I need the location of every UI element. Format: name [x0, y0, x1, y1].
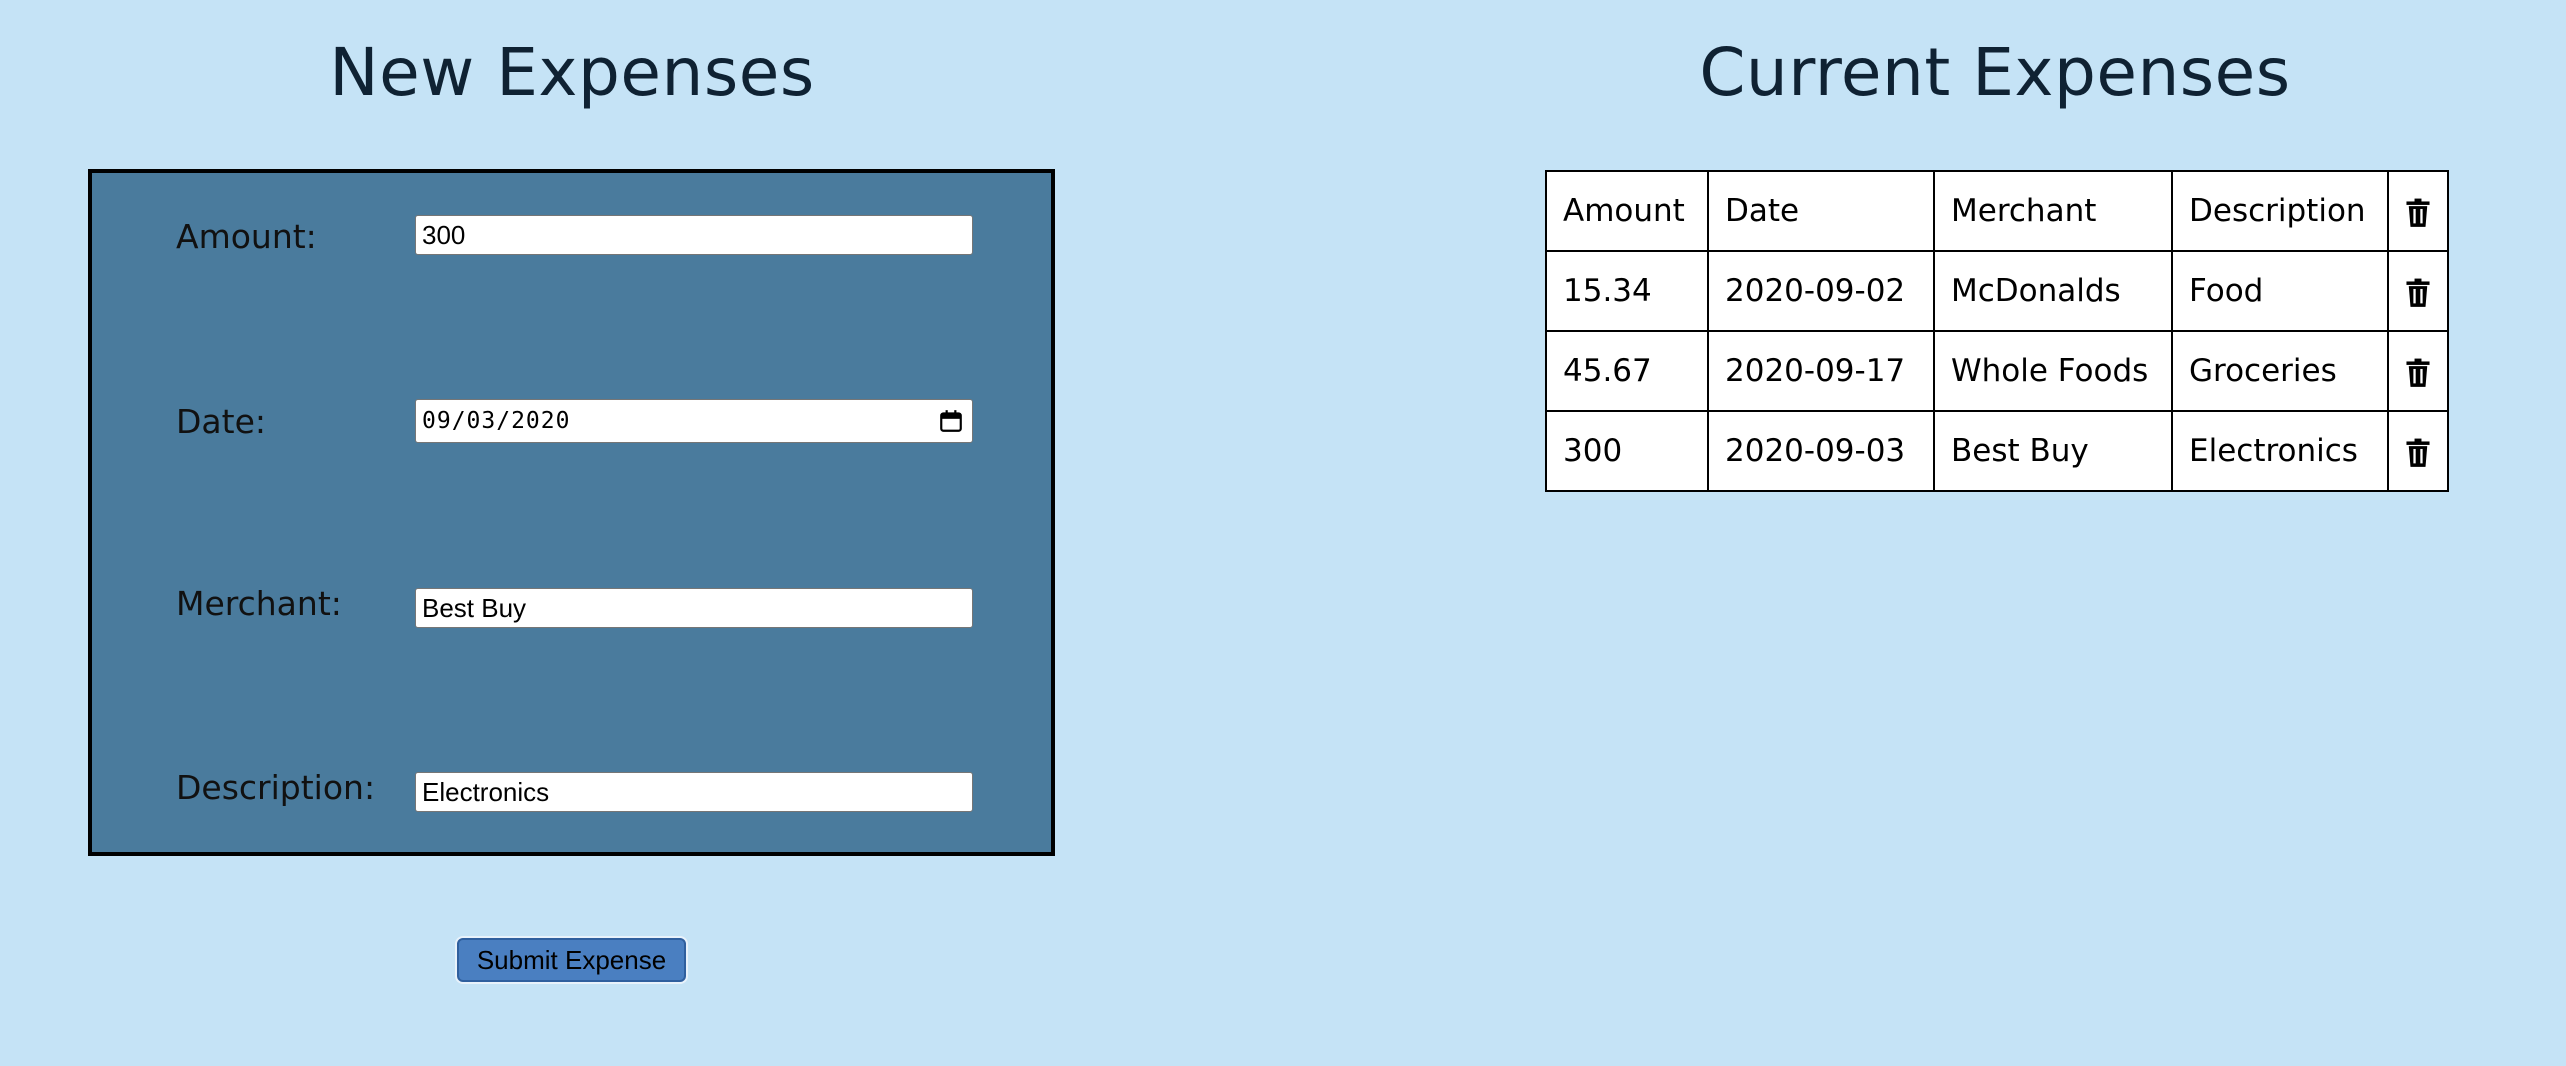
date-input-value: 09/03/2020 [422, 408, 571, 434]
table-row: 300 2020-09-03 Best Buy Electronics [1545, 410, 2449, 492]
cell-delete [2387, 330, 2449, 412]
trash-icon[interactable] [2404, 358, 2432, 388]
cell-description: Groceries [2171, 330, 2389, 412]
cell-date: 2020-09-02 [1707, 250, 1935, 332]
cell-date: 2020-09-03 [1707, 410, 1935, 492]
table-row: 15.34 2020-09-02 McDonalds Food [1545, 250, 2449, 332]
cell-delete [2387, 410, 2449, 492]
cell-description: Food [2171, 250, 2389, 332]
amount-label: Amount: [176, 217, 317, 256]
cell-amount: 300 [1545, 410, 1709, 492]
amount-input[interactable]: 300 [415, 215, 973, 255]
table-row: 45.67 2020-09-17 Whole Foods Groceries [1545, 330, 2449, 412]
header-delete [2387, 170, 2449, 252]
cell-date: 2020-09-17 [1707, 330, 1935, 412]
cell-merchant: Whole Foods [1933, 330, 2173, 412]
trash-icon[interactable] [2404, 198, 2432, 228]
current-expenses-heading: Current Expenses [1699, 34, 2291, 111]
description-label: Description: [176, 768, 376, 807]
new-expense-form: Amount: 300 Date: 09/03/2020 Merchant: B… [88, 169, 1055, 856]
cell-amount: 45.67 [1545, 330, 1709, 412]
cell-delete [2387, 250, 2449, 332]
header-date: Date [1707, 170, 1935, 252]
trash-icon[interactable] [2404, 438, 2432, 468]
header-merchant: Merchant [1933, 170, 2173, 252]
cell-merchant: Best Buy [1933, 410, 2173, 492]
trash-icon[interactable] [2404, 278, 2432, 308]
description-input[interactable]: Electronics [415, 772, 973, 812]
submit-expense-button[interactable]: Submit Expense [457, 938, 686, 982]
cell-merchant: McDonalds [1933, 250, 2173, 332]
table-header-row: Amount Date Merchant Description [1545, 170, 2449, 252]
new-expenses-heading: New Expenses [329, 34, 815, 111]
cell-amount: 15.34 [1545, 250, 1709, 332]
date-label: Date: [176, 402, 266, 441]
expenses-table: Amount Date Merchant Description 15.34 2… [1545, 170, 2449, 492]
merchant-input[interactable]: Best Buy [415, 588, 973, 628]
date-input[interactable]: 09/03/2020 [415, 399, 973, 443]
header-description: Description [2171, 170, 2389, 252]
calendar-icon[interactable] [938, 408, 964, 434]
cell-description: Electronics [2171, 410, 2389, 492]
merchant-label: Merchant: [176, 584, 342, 623]
header-amount: Amount [1545, 170, 1709, 252]
